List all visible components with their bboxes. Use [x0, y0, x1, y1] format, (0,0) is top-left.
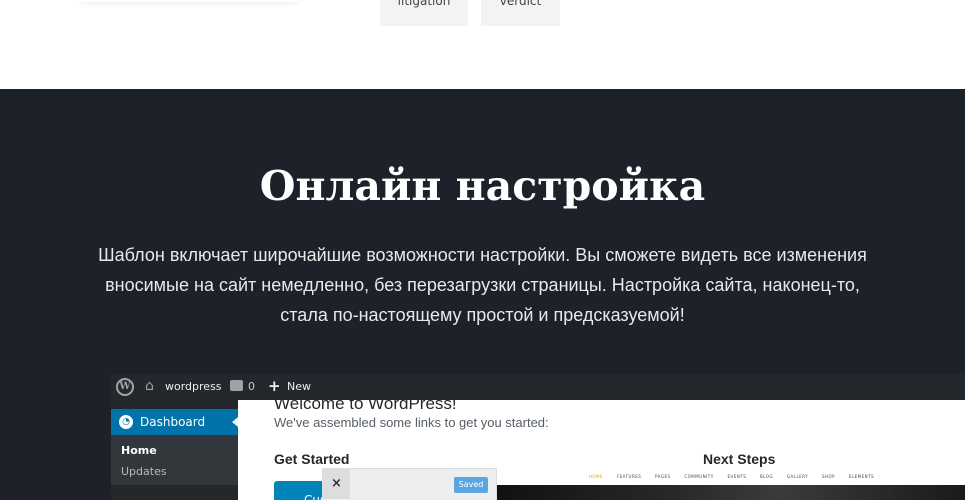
- admin-bar-new[interactable]: New: [287, 380, 311, 393]
- preview-nav-item[interactable]: SHOP: [822, 474, 835, 479]
- comment-icon[interactable]: [230, 380, 243, 391]
- preview-nav-item[interactable]: PAGES: [655, 474, 671, 479]
- tag-label: litigation: [397, 0, 451, 8]
- home-icon[interactable]: ⌂: [145, 379, 159, 393]
- dashboard-submenu: Home Updates: [111, 435, 238, 485]
- submenu-item-updates[interactable]: Updates: [121, 465, 167, 478]
- saved-button[interactable]: Saved: [454, 477, 488, 493]
- card-bottom-edge: [80, 0, 300, 2]
- preview-nav-item[interactable]: ELEMENTS: [849, 474, 874, 479]
- preview-nav-item[interactable]: EVENTS: [727, 474, 746, 479]
- comment-count: 0: [248, 380, 255, 393]
- dashboard-icon: ◔: [119, 415, 133, 429]
- admin-sidebar: ◔ Dashboard Home Updates: [111, 400, 238, 500]
- sidebar-item-dashboard[interactable]: ◔ Dashboard: [111, 409, 238, 435]
- admin-bar: W ⌂ wordpress 0 + New: [111, 374, 965, 400]
- section-title: Онлайн настройка: [259, 162, 706, 210]
- wordpress-screenshot: W ⌂ wordpress 0 + New ◔ Dashboard Home U…: [111, 374, 965, 500]
- admin-bar-site-name[interactable]: wordpress: [165, 380, 222, 393]
- preview-nav-item[interactable]: COMMUNITY: [684, 474, 713, 479]
- sidebar-item-label: Dashboard: [140, 415, 206, 429]
- close-icon[interactable]: ×: [323, 469, 350, 499]
- plus-icon[interactable]: +: [268, 377, 281, 395]
- customizer-panel: × Saved: [322, 468, 497, 500]
- get-started-heading: Get Started: [274, 451, 350, 467]
- tag-verdict[interactable]: verdict: [481, 0, 560, 26]
- site-preview: HOME FEATURES PAGES COMMUNITY EVENTS BLO…: [496, 469, 965, 500]
- preview-hero-image: [497, 485, 965, 500]
- submenu-item-home[interactable]: Home: [121, 444, 157, 457]
- tag-label: verdict: [499, 0, 542, 8]
- welcome-title: Welcome to WordPress!: [274, 394, 457, 413]
- preview-nav-item[interactable]: BLOG: [760, 474, 773, 479]
- tag-litigation[interactable]: litigation: [380, 0, 468, 26]
- welcome-subtitle: We've assembled some links to get you st…: [274, 415, 549, 430]
- next-steps-heading: Next Steps: [703, 451, 776, 467]
- preview-nav-item[interactable]: HOME: [589, 474, 603, 479]
- wordpress-logo-icon[interactable]: W: [116, 378, 134, 396]
- preview-nav-item[interactable]: GALLERY: [787, 474, 808, 479]
- admin-main: Welcome to WordPress! We've assembled so…: [238, 394, 965, 500]
- section-description: Шаблон включает широчайшие возможности н…: [98, 245, 867, 325]
- top-section: litigation verdict: [0, 0, 965, 89]
- preview-nav-item[interactable]: FEATURES: [617, 474, 641, 479]
- preview-nav: HOME FEATURES PAGES COMMUNITY EVENTS BLO…: [497, 469, 965, 485]
